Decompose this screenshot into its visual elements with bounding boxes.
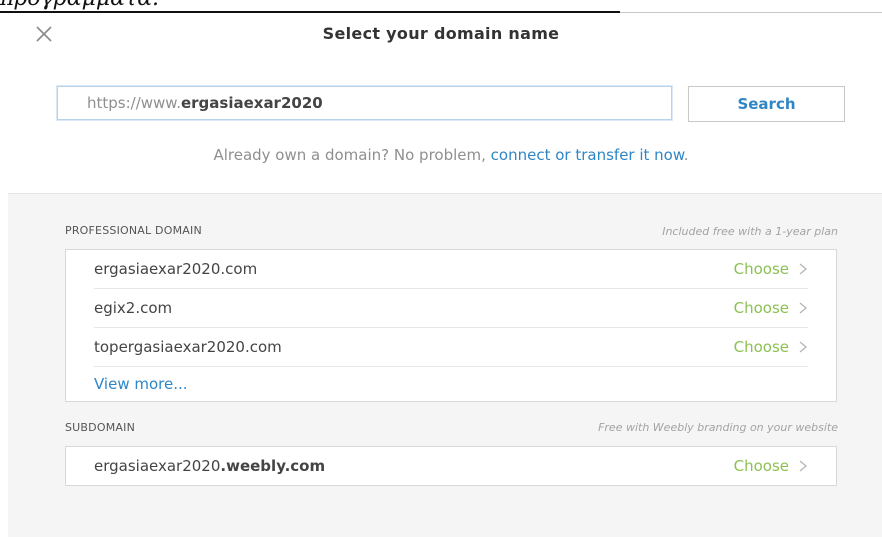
search-prefix: https://www. bbox=[87, 94, 181, 112]
subdomain-main: ergasiaexar2020 bbox=[94, 457, 221, 475]
choose-label: Choose bbox=[733, 299, 789, 317]
search-value: ergasiaexar2020 bbox=[180, 94, 323, 112]
list-item[interactable]: topergasiaexar2020.com Choose bbox=[94, 328, 808, 367]
subdomain-note: Free with Weebly branding on your websit… bbox=[598, 421, 838, 434]
professional-domain-note: Included free with a 1-year plan bbox=[662, 225, 838, 238]
view-more-row: View more... bbox=[94, 367, 808, 401]
subdomain-name: ergasiaexar2020.weebly.com bbox=[94, 457, 325, 475]
already-own-text: Already own a domain? No problem, connec… bbox=[0, 146, 882, 164]
professional-domain-label: PROFESSIONAL DOMAIN bbox=[65, 224, 202, 237]
subdomain-label: SUBDOMAIN bbox=[65, 421, 135, 434]
professional-domain-list: ergasiaexar2020.com Choose egix2.com Cho… bbox=[65, 249, 837, 402]
choose-label: Choose bbox=[733, 457, 789, 475]
domain-name: ergasiaexar2020.com bbox=[94, 260, 258, 278]
search-button[interactable]: Search bbox=[688, 86, 845, 122]
chevron-right-icon bbox=[799, 341, 808, 353]
view-more-link[interactable]: View more... bbox=[94, 375, 188, 393]
domain-name: topergasiaexar2020.com bbox=[94, 338, 282, 356]
list-item[interactable]: ergasiaexar2020.weebly.com Choose bbox=[94, 447, 808, 485]
choose-button[interactable]: Choose bbox=[734, 447, 808, 485]
dialog-title: Select your domain name bbox=[322, 24, 560, 43]
chevron-right-icon bbox=[799, 302, 808, 314]
choose-button[interactable]: Choose bbox=[734, 250, 808, 288]
choose-button[interactable]: Choose bbox=[734, 328, 808, 366]
top-divider bbox=[0, 11, 620, 13]
subdomain-suffix: .weebly.com bbox=[220, 457, 326, 475]
domain-name: egix2.com bbox=[94, 299, 173, 317]
choose-label: Choose bbox=[733, 338, 789, 356]
chevron-right-icon bbox=[799, 460, 808, 472]
list-item[interactable]: egix2.com Choose bbox=[94, 289, 808, 328]
already-own-label: Already own a domain? No problem, bbox=[213, 146, 491, 164]
choose-label: Choose bbox=[733, 260, 789, 278]
already-own-suffix: . bbox=[683, 146, 689, 164]
choose-button[interactable]: Choose bbox=[734, 289, 808, 327]
subdomain-list: ergasiaexar2020.weebly.com Choose bbox=[65, 446, 837, 486]
list-item[interactable]: ergasiaexar2020.com Choose bbox=[94, 250, 808, 289]
domain-search-input[interactable]: https://www. ergasiaexar2020 bbox=[57, 86, 672, 120]
connect-transfer-link[interactable]: connect or transfer it now bbox=[491, 146, 684, 164]
top-divider-right bbox=[620, 12, 882, 13]
page-top-text: προγράμματα. bbox=[0, 0, 159, 11]
chevron-right-icon bbox=[799, 263, 808, 275]
